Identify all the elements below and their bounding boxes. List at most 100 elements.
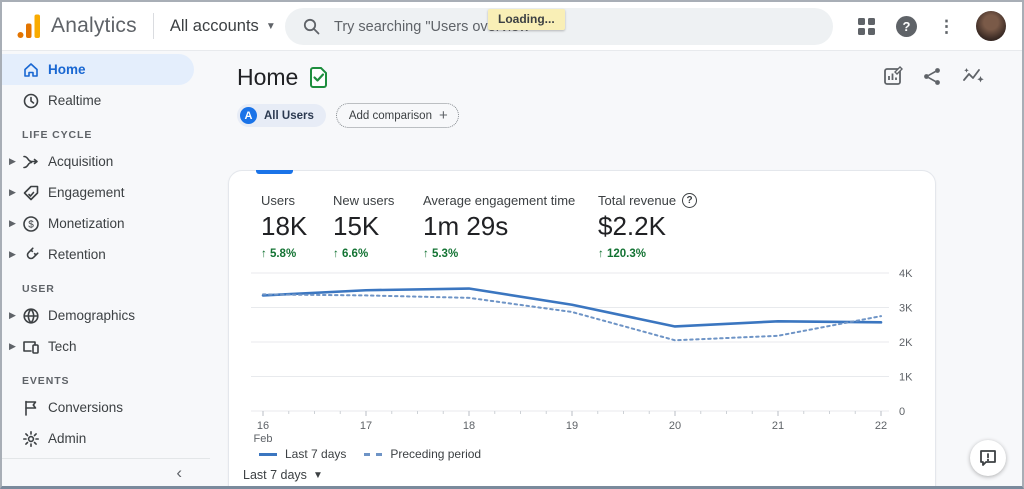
y-axis-tick-label: 3K: [899, 303, 913, 315]
nav-section-life-cycle: LIFE CYCLE: [2, 116, 210, 146]
insights-icon[interactable]: [962, 66, 984, 91]
y-axis-tick-label: 2K: [899, 337, 913, 349]
analytics-logo-icon: [16, 13, 42, 39]
date-range-label: Last 7 days: [243, 468, 307, 482]
sidebar-item-label: Home: [48, 62, 86, 77]
sidebar-item-label: Acquisition: [48, 154, 113, 169]
brand[interactable]: Analytics: [2, 13, 137, 39]
sidebar-item-label: Demographics: [48, 308, 135, 323]
avatar[interactable]: [976, 11, 1006, 41]
x-axis-tick-label: 17: [360, 420, 372, 432]
date-range-selector[interactable]: Last 7 days ▼: [243, 468, 323, 482]
y-axis-tick-label: 1K: [899, 372, 913, 384]
chevron-down-icon: ▼: [313, 470, 323, 481]
sidebar-item-admin[interactable]: Admin: [2, 423, 194, 454]
sidebar-item-monetization[interactable]: ▶ $ Monetization: [2, 208, 194, 239]
chart-legend: Last 7 days Preceding period: [259, 447, 481, 461]
legend-swatch: [259, 453, 277, 456]
doc-check-icon[interactable]: [308, 67, 329, 88]
home-icon: [22, 61, 40, 79]
svg-text:$: $: [28, 219, 34, 230]
expand-caret-icon[interactable]: ▶: [9, 187, 16, 198]
legend-entry-preceding-period[interactable]: Preceding period: [364, 447, 481, 461]
sidebar-item-label: Engagement: [48, 185, 125, 200]
expand-caret-icon[interactable]: ▶: [9, 249, 16, 260]
sidebar-item-label: Retention: [48, 247, 106, 262]
x-axis-tick-label: 20: [669, 420, 681, 432]
clock-icon: [22, 92, 40, 110]
page-title: Home: [237, 64, 298, 91]
sidebar-item-engagement[interactable]: ▶ Engagement: [2, 177, 194, 208]
x-axis-tick-label: 22: [875, 420, 887, 432]
legend-label: Preceding period: [390, 447, 481, 461]
nav-list: Home Realtime LIFE CYCLE ▶ Acquisition ▶ Engag…: [2, 54, 210, 454]
nav-section-user: USER: [2, 270, 210, 300]
add-comparison-label: Add comparison: [349, 110, 432, 122]
nav-section-events: EVENTS: [2, 362, 210, 392]
account-selector[interactable]: All accounts ▼: [170, 17, 276, 36]
share-icon[interactable]: [923, 67, 942, 91]
magnet-icon: [22, 246, 40, 264]
legend-swatch: [364, 453, 382, 456]
sidebar-item-home[interactable]: Home: [2, 54, 194, 85]
dollar-circle-icon: $: [22, 215, 40, 233]
gear-icon: [22, 430, 40, 448]
help-icon[interactable]: ?: [896, 16, 917, 37]
add-comparison-chip[interactable]: Add comparison +: [336, 103, 459, 128]
search-icon: [303, 18, 320, 35]
feedback-button[interactable]: [970, 440, 1006, 476]
expand-caret-icon[interactable]: ▶: [9, 310, 16, 321]
y-axis-tick-label: 0: [899, 406, 905, 418]
feedback-icon: [979, 449, 997, 467]
flag-icon: [22, 399, 40, 417]
sidebar-item-acquisition[interactable]: ▶ Acquisition: [2, 146, 194, 177]
analytics-window: Analytics All accounts ▼ Try searching "…: [0, 0, 1024, 489]
x-axis-sublabel: Feb: [254, 433, 273, 445]
legend-label: Last 7 days: [285, 447, 346, 461]
overview-card: Users18K↑ 5.8%New users15K↑ 6.6%Average …: [228, 170, 936, 489]
acquisition-icon: [22, 153, 40, 171]
expand-caret-icon[interactable]: ▶: [9, 218, 16, 229]
plus-icon: +: [439, 108, 448, 123]
globe-icon: [22, 307, 40, 325]
sidebar-item-label: Conversions: [48, 400, 123, 415]
sidebar-item-label: Admin: [48, 431, 86, 446]
header-divider: [153, 13, 154, 39]
app-header: Analytics All accounts ▼ Try searching "…: [2, 2, 1022, 50]
tag-icon: [22, 184, 40, 202]
series-line-preceding-period: [263, 294, 881, 340]
sidebar-item-label: Monetization: [48, 216, 125, 231]
audience-badge: A: [240, 107, 257, 124]
main-content: Home: [210, 50, 1022, 486]
page-title-row: Home: [237, 64, 329, 91]
devices-icon: [22, 338, 40, 356]
sidebar-item-demographics[interactable]: ▶ Demographics: [2, 300, 194, 331]
x-axis-tick-label: 18: [463, 420, 475, 432]
more-vertical-icon[interactable]: ⋮: [938, 18, 955, 35]
collapse-sidebar-icon[interactable]: ‹: [176, 464, 182, 481]
sidebar-item-tech[interactable]: ▶Tech: [2, 331, 194, 362]
sidebar-nav: Home Realtime LIFE CYCLE ▶ Acquisition ▶ Engag…: [2, 50, 210, 486]
users-line-chart: 0 1K 2K 3K 4K 16 17 18 19 20 21 22 Feb: [229, 171, 937, 489]
legend-entry-last-7-days[interactable]: Last 7 days: [259, 447, 346, 461]
expand-caret-icon[interactable]: ▶: [9, 341, 16, 352]
apps-grid-icon[interactable]: [858, 18, 875, 35]
x-axis-tick-label: 19: [566, 420, 578, 432]
all-users-chip[interactable]: A All Users: [237, 104, 326, 127]
chevron-down-icon: ▼: [266, 21, 276, 32]
sidebar-item-conversions[interactable]: Conversions: [2, 392, 194, 423]
sidebar-footer: ‹: [2, 458, 210, 486]
expand-caret-icon[interactable]: ▶: [9, 156, 16, 167]
all-users-label: All Users: [264, 110, 314, 122]
report-actions: [883, 66, 984, 91]
y-axis-tick-label: 4K: [899, 268, 913, 280]
account-selector-label: All accounts: [170, 17, 259, 36]
comparison-chips: A All Users Add comparison +: [237, 103, 459, 128]
x-axis-tick-label: 16: [257, 420, 269, 432]
sidebar-item-label: Realtime: [48, 93, 101, 108]
x-axis-tick-label: 21: [772, 420, 784, 432]
customize-report-icon[interactable]: [883, 66, 903, 91]
sidebar-item-realtime[interactable]: Realtime: [2, 85, 194, 116]
sidebar-item-retention[interactable]: ▶ Retention: [2, 239, 194, 270]
brand-name: Analytics: [51, 14, 137, 38]
